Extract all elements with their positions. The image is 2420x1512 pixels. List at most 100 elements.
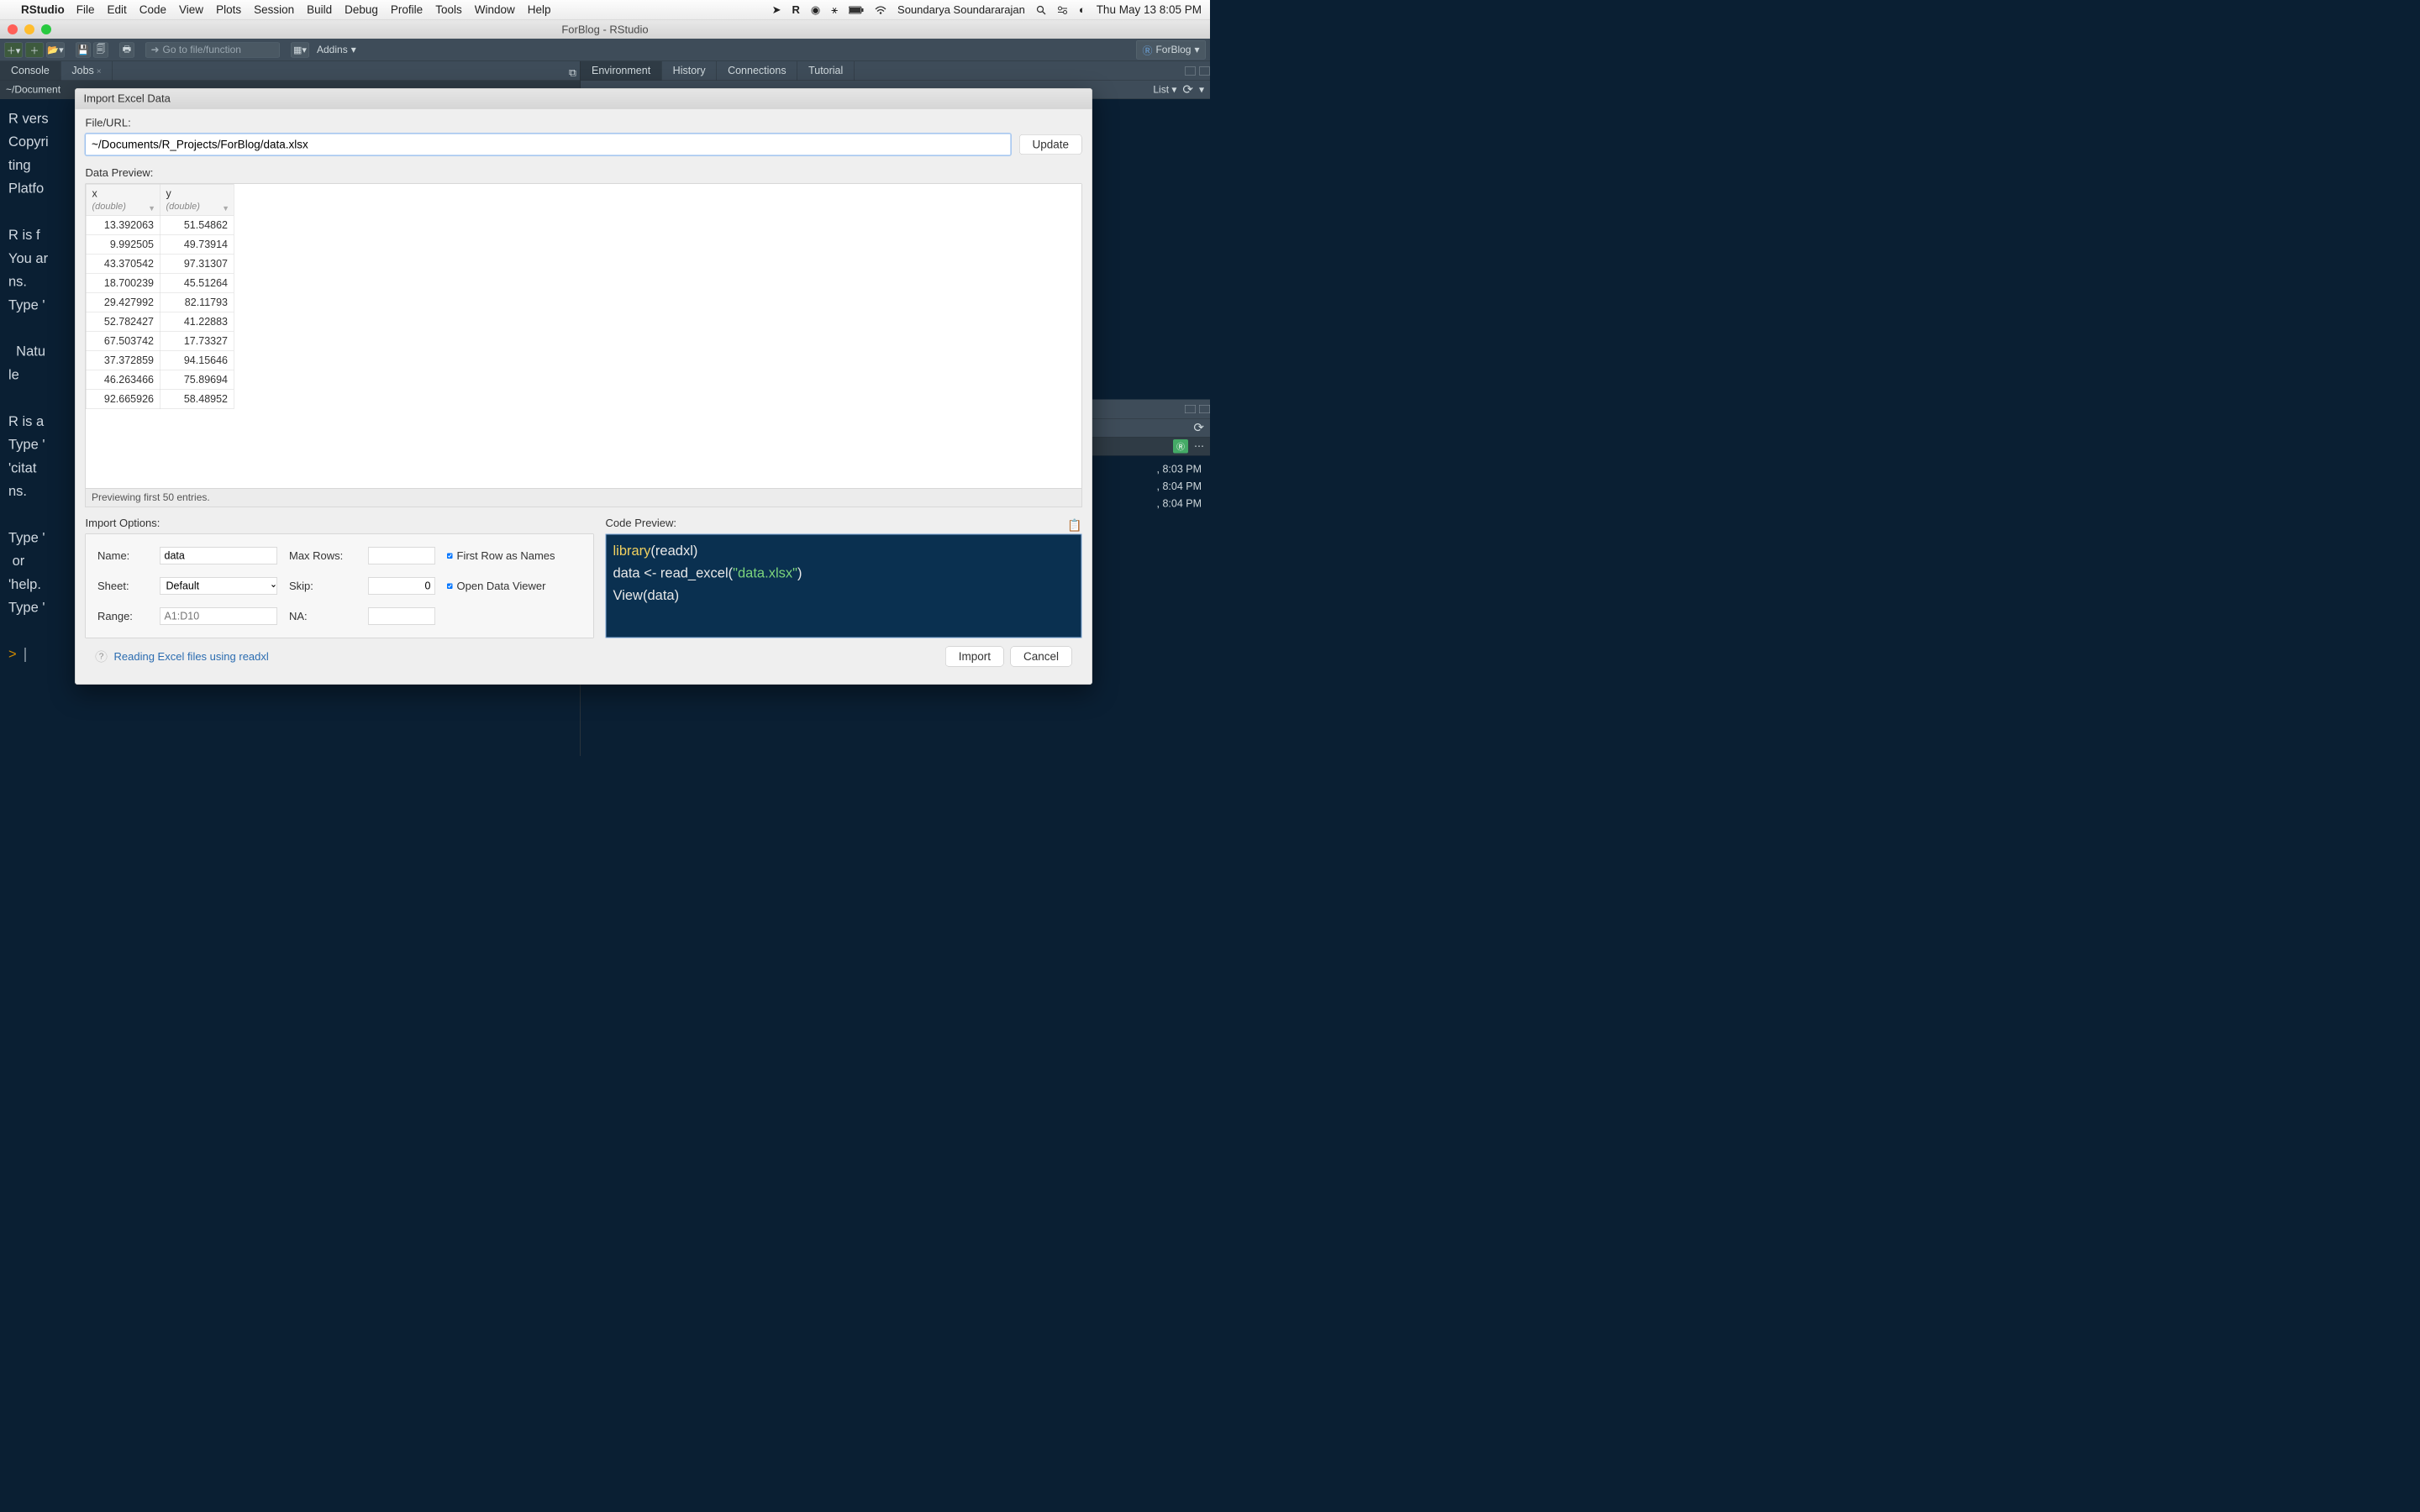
table-row[interactable]: 18.70023945.51264	[86, 274, 234, 293]
refresh-icon[interactable]: ⟳	[1193, 421, 1204, 436]
skip-input[interactable]	[368, 578, 435, 595]
chevron-down-icon[interactable]: ▼	[148, 204, 155, 213]
left-tabbar: Console Jobs× ⧉	[0, 61, 580, 81]
file-url-label: File/URL:	[86, 117, 1082, 130]
code-preview[interactable]: library(readxl) data <- read_excel("data…	[606, 534, 1082, 638]
menu-edit[interactable]: Edit	[108, 3, 127, 17]
table-cell: 52.782427	[86, 312, 160, 332]
table-cell: 17.73327	[160, 332, 234, 351]
pane-min-icon[interactable]	[1185, 405, 1196, 413]
menu-debug[interactable]: Debug	[345, 3, 378, 17]
r-badge-icon[interactable]: Ⓡ	[1173, 439, 1188, 454]
menu-file[interactable]: File	[76, 3, 95, 17]
wifi-icon[interactable]	[875, 6, 886, 14]
tab-jobs[interactable]: Jobs×	[60, 61, 113, 81]
goto-file-function[interactable]: ➜ Go to file/function	[145, 42, 280, 57]
tab-tutorial[interactable]: Tutorial	[797, 61, 855, 81]
menu-session[interactable]: Session	[254, 3, 294, 17]
siri-icon[interactable]: ◐	[1079, 3, 1086, 17]
pane-max-icon[interactable]	[1199, 66, 1210, 75]
grid-button[interactable]: ▦▾	[291, 42, 309, 57]
col-header-y[interactable]: y(double)▼	[160, 184, 234, 216]
table-cell: 58.48952	[160, 390, 234, 409]
dialog-title: Import Excel Data	[76, 89, 1092, 109]
minimize-window-button[interactable]	[24, 24, 34, 34]
zoom-window-button[interactable]	[41, 24, 51, 34]
tab-history[interactable]: History	[662, 61, 717, 81]
menu-view[interactable]: View	[179, 3, 203, 17]
save-all-button[interactable]: 🗐	[93, 42, 108, 57]
table-cell: 92.665926	[86, 390, 160, 409]
table-cell: 9.992505	[86, 235, 160, 255]
menu-profile[interactable]: Profile	[391, 3, 423, 17]
table-row[interactable]: 43.37054297.31307	[86, 255, 234, 274]
import-button[interactable]: Import	[945, 647, 1003, 667]
battery-icon[interactable]	[849, 6, 864, 13]
goto-arrow-icon: ➜	[151, 44, 160, 56]
new-project-button[interactable]: ＋	[25, 42, 44, 57]
open-viewer-checkbox[interactable]	[447, 583, 453, 589]
table-cell: 46.263466	[86, 370, 160, 390]
name-label: Name:	[97, 549, 148, 563]
first-row-checkbox[interactable]	[447, 553, 453, 559]
menu-plots[interactable]: Plots	[216, 3, 241, 17]
r-icon[interactable]: R	[792, 3, 800, 17]
project-menu[interactable]: Ⓡ ForBlog ▾	[1136, 40, 1206, 60]
cancel-button[interactable]: Cancel	[1010, 647, 1071, 667]
sheet-select[interactable]: Default	[160, 578, 277, 595]
refresh-icon[interactable]: ⟳	[1182, 82, 1193, 97]
table-row[interactable]: 37.37285994.15646	[86, 351, 234, 370]
table-row[interactable]: 46.26346675.89694	[86, 370, 234, 390]
table-row[interactable]: 9.99250549.73914	[86, 235, 234, 255]
file-url-input[interactable]	[86, 134, 1011, 155]
new-file-button[interactable]: ＋▾	[4, 42, 23, 57]
location-icon[interactable]: ➤	[772, 3, 781, 17]
menu-help[interactable]: Help	[528, 3, 551, 17]
data-preview-table[interactable]: x(double)▼ y(double)▼ 13.39206351.548629…	[86, 184, 1082, 489]
range-input[interactable]	[160, 608, 277, 625]
tab-console[interactable]: Console	[0, 61, 60, 81]
close-icon[interactable]: ×	[97, 67, 102, 76]
record-icon[interactable]: ◉	[811, 3, 820, 17]
spotlight-icon[interactable]	[1036, 5, 1046, 15]
skip-label: Skip:	[289, 580, 356, 593]
tab-environment[interactable]: Environment	[581, 61, 662, 81]
save-button[interactable]: 💾	[76, 42, 91, 57]
menubar-clock[interactable]: Thu May 13 8:05 PM	[1097, 3, 1202, 17]
range-label: Range:	[97, 610, 148, 623]
menu-tools[interactable]: Tools	[435, 3, 462, 17]
table-row[interactable]: 29.42799282.11793	[86, 293, 234, 312]
clipboard-icon[interactable]: 📋	[1067, 518, 1081, 533]
table-row[interactable]: 13.39206351.54862	[86, 216, 234, 235]
update-button[interactable]: Update	[1019, 134, 1082, 155]
table-cell: 97.31307	[160, 255, 234, 274]
chevron-down-icon[interactable]: ▼	[222, 204, 229, 213]
app-name[interactable]: RStudio	[21, 3, 65, 17]
help-icon[interactable]: ?	[96, 651, 108, 663]
pane-max-icon[interactable]	[1199, 405, 1210, 413]
table-row[interactable]: 67.50374217.73327	[86, 332, 234, 351]
na-input[interactable]	[368, 608, 435, 625]
user-name[interactable]: Soundarya Soundararajan	[897, 3, 1025, 17]
maxrows-input[interactable]	[368, 548, 435, 564]
col-header-x[interactable]: x(double)▼	[86, 184, 160, 216]
console-path: ~/Document	[6, 84, 60, 96]
help-link[interactable]: Reading Excel files using readxl	[114, 650, 269, 664]
open-file-button[interactable]: 📂▾	[46, 42, 65, 57]
menu-code[interactable]: Code	[139, 3, 166, 17]
controlcenter-icon[interactable]	[1057, 6, 1068, 14]
close-window-button[interactable]	[8, 24, 18, 34]
table-row[interactable]: 52.78242741.22883	[86, 312, 234, 332]
tab-connections[interactable]: Connections	[717, 61, 797, 81]
table-row[interactable]: 92.66592658.48952	[86, 390, 234, 409]
print-button[interactable]: 🖶	[119, 42, 134, 57]
pane-popout-icon[interactable]: ⧉	[569, 66, 580, 75]
addins-menu[interactable]: Addins▾	[312, 42, 361, 58]
menu-build[interactable]: Build	[307, 3, 332, 17]
pane-min-icon[interactable]	[1185, 66, 1196, 75]
env-list-menu[interactable]: List ▾	[1153, 84, 1176, 97]
bluetooth-icon[interactable]: ⚹	[831, 3, 838, 17]
more-icon[interactable]: ⋯	[1194, 440, 1204, 453]
name-input[interactable]	[160, 548, 277, 564]
menu-window[interactable]: Window	[475, 3, 515, 17]
